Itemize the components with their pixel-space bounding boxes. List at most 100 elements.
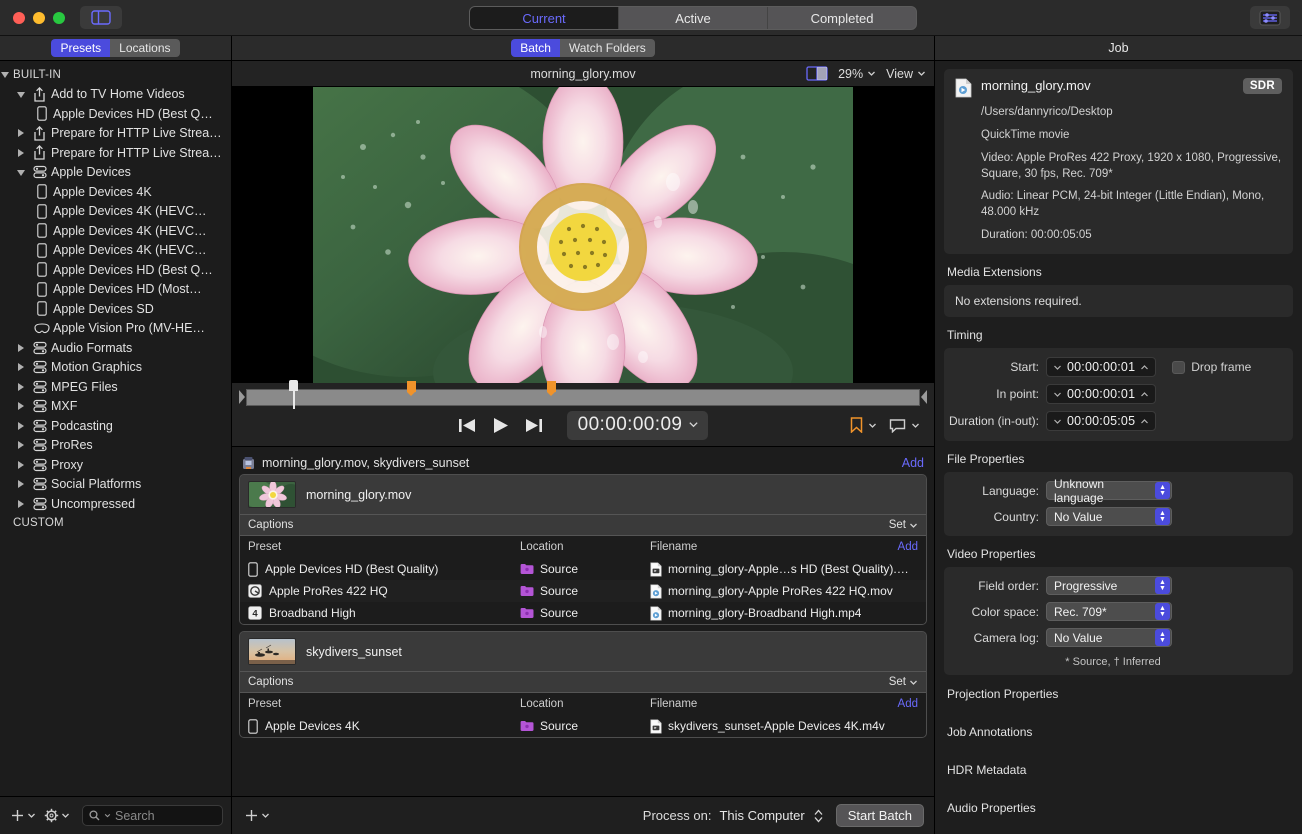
- inspector-section-job-annotations[interactable]: Job Annotations: [944, 713, 1293, 751]
- color-space-popup[interactable]: Rec. 709* ▲▼: [1046, 602, 1172, 621]
- sidebar-item-apple-devices-4k[interactable]: Apple Devices 4K: [0, 182, 231, 202]
- disclosure-triangle-icon[interactable]: [16, 479, 27, 490]
- disclosure-triangle-icon[interactable]: [16, 420, 27, 431]
- segment-current[interactable]: Current: [470, 7, 619, 29]
- tab-watch-folders[interactable]: Watch Folders: [560, 39, 655, 57]
- process-on-popup[interactable]: This Computer: [719, 808, 823, 824]
- split-view-icon[interactable]: [806, 66, 828, 81]
- caption-menu[interactable]: [889, 418, 920, 433]
- add-output-button[interactable]: Add: [898, 698, 918, 710]
- sidebar-section-custom[interactable]: CUSTOM: [0, 514, 231, 534]
- sidebar-item-prores[interactable]: ProRes: [0, 436, 231, 456]
- add-output-button[interactable]: Add: [898, 541, 918, 553]
- disclosure-triangle-icon[interactable]: [16, 362, 27, 373]
- captions-set-menu[interactable]: Set: [889, 676, 918, 688]
- sidebar-item-motion-graphics[interactable]: Motion Graphics: [0, 358, 231, 378]
- output-row[interactable]: Apple ProRes 422 HQSourcemorning_glory-A…: [240, 580, 926, 602]
- sidebar-section-built-in[interactable]: BUILT-IN: [0, 65, 231, 85]
- play-icon[interactable]: [491, 416, 510, 435]
- sidebar-item-apple-devices-hd-best-q[interactable]: Apple Devices HD (Best Q…: [0, 104, 231, 124]
- job-header[interactable]: morning_glory.mov: [240, 475, 926, 514]
- sidebar-item-apple-devices-4k-hevc[interactable]: Apple Devices 4K (HEVC…: [0, 241, 231, 261]
- out-point-handle[interactable]: [920, 389, 928, 406]
- stepper-icon[interactable]: ▲▼: [1155, 508, 1170, 525]
- add-job-button[interactable]: [242, 808, 272, 823]
- stepper-icon[interactable]: ▲▼: [1155, 603, 1170, 620]
- in-point-handle[interactable]: [238, 389, 246, 406]
- sidebar-item-apple-devices[interactable]: Apple Devices: [0, 163, 231, 183]
- disclosure-triangle-icon[interactable]: [16, 381, 27, 392]
- sidebar-item-mxf[interactable]: MXF: [0, 397, 231, 417]
- playhead[interactable]: [289, 380, 298, 391]
- sidebar-item-apple-devices-4k-hevc[interactable]: Apple Devices 4K (HEVC…: [0, 221, 231, 241]
- inspector-section-hdr-metadata[interactable]: HDR Metadata: [944, 751, 1293, 789]
- timing-inpoint-field[interactable]: 00:00:00:01: [1046, 384, 1156, 404]
- view-menu[interactable]: View: [886, 67, 926, 81]
- disclosure-triangle-icon[interactable]: [16, 89, 27, 100]
- tab-presets[interactable]: Presets: [51, 39, 110, 57]
- sidebar-item-prepare-for-http-live-strea[interactable]: Prepare for HTTP Live Strea…: [0, 143, 231, 163]
- minimize-window-button[interactable]: [33, 12, 45, 24]
- sidebar-item-apple-devices-4k-hevc[interactable]: Apple Devices 4K (HEVC…: [0, 202, 231, 222]
- sidebar-item-apple-devices-sd[interactable]: Apple Devices SD: [0, 299, 231, 319]
- segment-completed[interactable]: Completed: [768, 7, 916, 29]
- drop-frame-row[interactable]: Drop frame: [1172, 360, 1251, 374]
- disclosure-triangle-icon[interactable]: [16, 147, 27, 158]
- disclosure-triangle-icon[interactable]: [16, 128, 27, 139]
- stepper-icon[interactable]: ▲▼: [1155, 629, 1170, 646]
- presets-locations-tabs[interactable]: Presets Locations: [51, 39, 179, 57]
- sidebar-item-proxy[interactable]: Proxy: [0, 455, 231, 475]
- stepper-icon[interactable]: ▲▼: [1155, 577, 1170, 594]
- tab-batch[interactable]: Batch: [511, 39, 560, 57]
- drop-frame-checkbox[interactable]: [1172, 361, 1185, 374]
- timing-start-field[interactable]: 00:00:00:01: [1046, 357, 1156, 377]
- timeline-track[interactable]: [246, 389, 920, 406]
- video-preview[interactable]: [232, 87, 934, 383]
- sidebar-item-prepare-for-http-live-strea[interactable]: Prepare for HTTP Live Strea…: [0, 124, 231, 144]
- field-order-popup[interactable]: Progressive ▲▼: [1046, 576, 1172, 595]
- output-row[interactable]: Apple Devices HD (Best Quality)Sourcemor…: [240, 558, 926, 580]
- batch-state-segmented-control[interactable]: Current Active Completed: [469, 6, 917, 30]
- camera-log-popup[interactable]: No Value ▲▼: [1046, 628, 1172, 647]
- inspector-section-projection-properties[interactable]: Projection Properties: [944, 675, 1293, 713]
- add-marker-menu[interactable]: [850, 417, 877, 433]
- skip-to-end-icon[interactable]: [524, 417, 543, 434]
- segment-active[interactable]: Active: [619, 7, 768, 29]
- timecode-field[interactable]: 00:00:00:09: [567, 411, 709, 440]
- disclosure-triangle-icon[interactable]: [16, 440, 27, 451]
- presets-tree[interactable]: BUILT-INAdd to TV Home VideosApple Devic…: [0, 61, 231, 796]
- sidebar-item-apple-devices-hd-most[interactable]: Apple Devices HD (Most…: [0, 280, 231, 300]
- disclosure-triangle-icon[interactable]: [16, 498, 27, 509]
- inspector-section-action[interactable]: Action: [944, 827, 1293, 834]
- disclosure-triangle-icon[interactable]: [16, 167, 27, 178]
- skip-to-start-icon[interactable]: [458, 417, 477, 434]
- start-batch-button[interactable]: Start Batch: [836, 804, 924, 827]
- disclosure-triangle-icon[interactable]: [16, 342, 27, 353]
- tab-locations[interactable]: Locations: [110, 39, 179, 57]
- captions-set-menu[interactable]: Set: [889, 519, 918, 531]
- sidebar-item-mpeg-files[interactable]: MPEG Files: [0, 377, 231, 397]
- disclosure-triangle-icon[interactable]: [0, 69, 11, 80]
- timeline-marker[interactable]: [547, 381, 556, 392]
- sidebar-item-social-platforms[interactable]: Social Platforms: [0, 475, 231, 495]
- preset-action-menu-button[interactable]: [42, 808, 72, 823]
- job-card[interactable]: morning_glory.movCaptionsSetPresetLocati…: [239, 474, 927, 625]
- sidebar-item-add-to-tv-home-videos[interactable]: Add to TV Home Videos: [0, 85, 231, 105]
- add-preset-button[interactable]: [8, 808, 38, 823]
- sidebar-item-audio-formats[interactable]: Audio Formats: [0, 338, 231, 358]
- output-row[interactable]: Apple Devices 4KSourceskydivers_sunset-A…: [240, 715, 926, 737]
- zoom-window-button[interactable]: [53, 12, 65, 24]
- stepper-icon[interactable]: ▲▼: [1155, 482, 1170, 499]
- sidebar-item-apple-devices-hd-best-q[interactable]: Apple Devices HD (Best Q…: [0, 260, 231, 280]
- disclosure-triangle-icon[interactable]: [16, 459, 27, 470]
- sidebar-item-uncompressed[interactable]: Uncompressed: [0, 494, 231, 514]
- sidebar-item-podcasting[interactable]: Podcasting: [0, 416, 231, 436]
- country-popup[interactable]: No Value ▲▼: [1046, 507, 1172, 526]
- timeline-marker[interactable]: [407, 381, 416, 392]
- search-input[interactable]: Search: [82, 805, 223, 826]
- batch-watchfolders-tabs[interactable]: Batch Watch Folders: [511, 39, 655, 57]
- sidebar-item-apple-vision-pro-mv-he[interactable]: Apple Vision Pro (MV-HE…: [0, 319, 231, 339]
- zoom-level-menu[interactable]: 29%: [838, 67, 876, 81]
- close-window-button[interactable]: [13, 12, 25, 24]
- output-row[interactable]: 4Broadband HighSourcemorning_glory-Broad…: [240, 602, 926, 624]
